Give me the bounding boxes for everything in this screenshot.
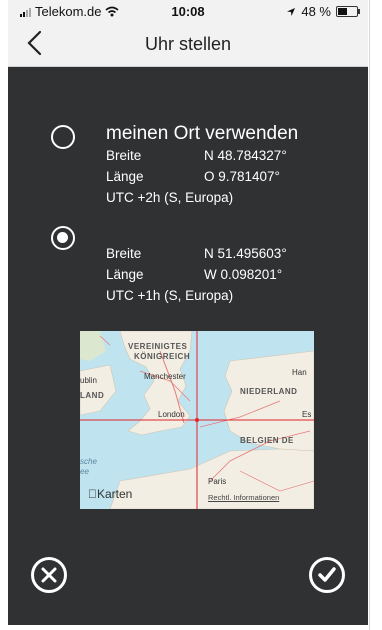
map-attribution-text: Karten bbox=[88, 487, 132, 501]
option-own-utc: UTC +2h (S, Europa) bbox=[106, 190, 234, 205]
map-label-niederlande: NIEDERLAND bbox=[240, 387, 298, 396]
map-label-ee: ee bbox=[80, 467, 89, 476]
map-label-sche: sche bbox=[80, 457, 97, 466]
apple-logo-icon:  bbox=[88, 487, 97, 501]
cancel-button[interactable] bbox=[31, 557, 67, 593]
radio-selected-dot bbox=[57, 232, 68, 243]
location-arrow-icon bbox=[287, 7, 296, 16]
map-attribution: Karten bbox=[88, 487, 132, 501]
radio-use-my-location[interactable] bbox=[51, 125, 75, 149]
map-graphic bbox=[80, 331, 314, 509]
battery-percent: 48 % bbox=[301, 4, 331, 19]
map-label-uk1: VEREINIGTES bbox=[128, 342, 188, 351]
battery-icon bbox=[336, 6, 360, 17]
option-map-lat-value: N 51.495603° bbox=[204, 246, 287, 261]
checkmark-icon bbox=[318, 567, 336, 582]
option-map-lon-value: W 0.098201° bbox=[204, 267, 283, 282]
map-label-belgien: BELGIEN DE bbox=[240, 436, 294, 445]
radio-map-location[interactable] bbox=[51, 226, 75, 250]
location-settings: meinen Ort verwenden Breite N 48.784327°… bbox=[8, 67, 368, 625]
status-right: 48 % bbox=[286, 4, 360, 19]
map-label-london: London bbox=[158, 410, 185, 419]
close-icon bbox=[41, 567, 57, 583]
map-label-paris: Paris bbox=[208, 477, 227, 486]
map-label-uk2: KÖNIGREICH bbox=[134, 352, 191, 361]
map-label-land: LAND bbox=[80, 391, 105, 400]
option-own-lat-value: N 48.784327° bbox=[204, 148, 287, 163]
navigation-bar: Uhr stellen bbox=[8, 22, 368, 67]
map-label-dublin: ublin bbox=[80, 376, 97, 385]
confirm-button[interactable] bbox=[309, 557, 345, 593]
option-own-lon-label: Länge bbox=[106, 169, 144, 184]
status-bar: Telekom.de 10:08 48 % bbox=[8, 0, 368, 22]
location-map[interactable]: VEREINIGTES KÖNIGREICH Manchester ublin … bbox=[80, 331, 314, 509]
map-label-ess: Es bbox=[302, 410, 312, 419]
app-screen: Telekom.de 10:08 48 % Uhr stellen meinen… bbox=[8, 0, 368, 625]
option-own-lon-value: O 9.781407° bbox=[204, 169, 280, 184]
map-label-han: Han bbox=[292, 368, 307, 377]
map-label-manchester: Manchester bbox=[144, 372, 186, 381]
page-title: Uhr stellen bbox=[144, 34, 232, 54]
option-map-lat-label: Breite bbox=[106, 246, 142, 261]
option-map-lon-label: Länge bbox=[106, 267, 144, 282]
option-own-lat-label: Breite bbox=[106, 148, 142, 163]
screenshot-frame-left bbox=[0, 0, 6, 630]
option-own-title[interactable]: meinen Ort verwenden bbox=[106, 123, 298, 145]
legal-info-link[interactable]: Rechtl. Informationen bbox=[208, 493, 279, 502]
screenshot-frame-right bbox=[369, 0, 382, 630]
option-map-utc: UTC +1h (S, Europa) bbox=[106, 288, 234, 303]
